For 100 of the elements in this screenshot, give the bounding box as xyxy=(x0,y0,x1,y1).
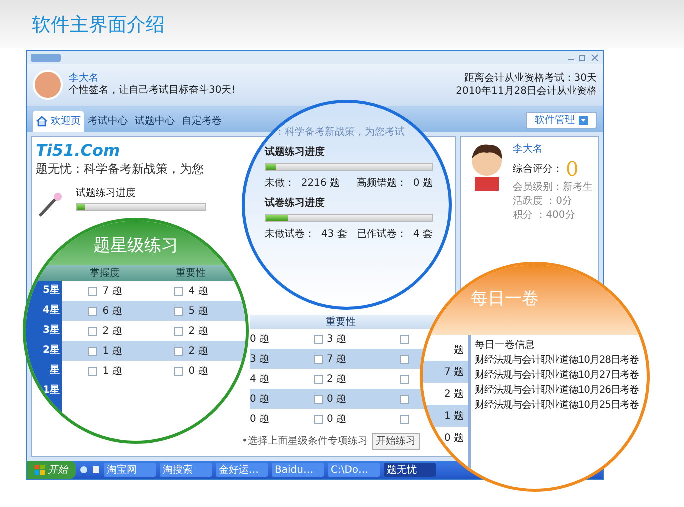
checkbox[interactable] xyxy=(88,306,97,316)
callout-title: 每日一卷 xyxy=(471,291,539,311)
question-count: 0 题 xyxy=(250,392,270,406)
user-signature: 个性签名，让自己考试目标奋斗30天! xyxy=(69,86,236,96)
user-name: 李大名 xyxy=(69,74,100,84)
score-value: 0 xyxy=(566,159,579,179)
slogan: 题无忧：科学备考新战策，为您 xyxy=(36,163,205,175)
start-button[interactable]: 开始 xyxy=(27,461,76,479)
checkbox[interactable] xyxy=(174,286,183,296)
score-label: 综合评分： xyxy=(513,162,563,176)
profile-stat: 积分 ：400分 xyxy=(513,211,576,221)
checkbox[interactable] xyxy=(88,286,97,296)
nav-tab[interactable]: 考试中心 xyxy=(85,111,131,132)
question-count: 4 题 xyxy=(250,372,270,386)
star-level-label: 2星 xyxy=(43,344,60,358)
profile-stat: 会员级别：新考生 xyxy=(513,183,593,193)
checkbox[interactable] xyxy=(400,394,409,404)
question-count: 0 题 xyxy=(327,392,347,406)
software-manage-button[interactable]: 软件管理 xyxy=(526,112,597,129)
progress-stat: 已作试卷： 4 套 xyxy=(357,228,433,242)
question-count: 题 xyxy=(454,344,464,358)
taskbar-item[interactable]: 淘搜索 xyxy=(160,463,212,477)
checkbox[interactable] xyxy=(400,374,409,384)
question-count: 4 题 xyxy=(188,284,208,298)
question-count: 1 题 xyxy=(102,344,122,358)
exam-date: 2010年11月28日会计从业资格 xyxy=(456,86,597,96)
checkbox[interactable] xyxy=(400,354,409,364)
logo-icon xyxy=(31,54,61,62)
nav-tab[interactable]: 自定考卷 xyxy=(179,111,225,132)
star-level-label: 5星 xyxy=(43,284,60,298)
question-count: 2 题 xyxy=(444,388,464,402)
dropdown-icon xyxy=(579,116,588,125)
question-count: 2 题 xyxy=(327,372,347,386)
checkbox[interactable] xyxy=(174,346,183,356)
daily-paper-link[interactable]: 财经法规与会计职业道德10月27日考卷 xyxy=(475,371,640,381)
checkbox[interactable] xyxy=(174,366,183,376)
hint-text: •选择上面星级条件专项练习 xyxy=(242,434,368,449)
star-level-label: 星 xyxy=(50,364,60,378)
checkbox[interactable] xyxy=(400,414,409,424)
column-header: 掌握度 xyxy=(90,266,120,280)
question-count: 7 题 xyxy=(444,366,464,380)
question-count: 0 题 xyxy=(250,412,270,426)
slogan: ：科学备考新战策，为您考试 xyxy=(275,126,406,140)
question-count: 0 题 xyxy=(188,364,208,378)
question-count: 3 题 xyxy=(327,332,347,346)
taskbar-item[interactable]: Baidu… xyxy=(272,463,324,477)
taskbar-item[interactable]: 淘宝网 xyxy=(104,463,156,477)
question-count: 0 题 xyxy=(327,412,347,426)
start-practice-button[interactable]: 开始练习 xyxy=(372,433,420,450)
checkbox[interactable] xyxy=(88,366,97,376)
checkbox[interactable] xyxy=(314,394,323,404)
question-count: 1 题 xyxy=(444,410,464,424)
checkbox[interactable] xyxy=(174,326,183,336)
brand-logo: Ti51.Com xyxy=(36,143,120,159)
taskbar-item[interactable]: 金好运… xyxy=(216,463,268,477)
exam-countdown: 距离会计从业资格考试：30天 xyxy=(464,74,597,84)
profile-stat: 活跃度 ：0分 xyxy=(513,197,574,207)
question-count: 1 题 xyxy=(102,364,122,378)
close-icon[interactable] xyxy=(591,54,599,62)
progress-label: 试题练习进度 xyxy=(76,189,137,199)
column-header: 重要性 xyxy=(326,316,356,330)
daily-paper-heading: 每日一卷信息 xyxy=(475,341,536,351)
question-count: 7 题 xyxy=(102,284,122,298)
question-count: 3 题 xyxy=(250,352,270,366)
question-count: 6 题 xyxy=(102,304,122,318)
callout-title: 题星级练习 xyxy=(94,235,178,258)
star-level-label: 3星 xyxy=(43,324,60,338)
star-level-label: 4星 xyxy=(43,304,60,318)
daily-paper-link[interactable]: 财经法规与会计职业道德10月26日考卷 xyxy=(475,386,640,396)
avatar xyxy=(33,70,63,100)
question-count: 2 题 xyxy=(102,324,122,338)
checkbox[interactable] xyxy=(174,306,183,316)
star-level-label: 1星 xyxy=(43,384,60,398)
daily-paper-link[interactable]: 财经法规与会计职业道德10月25日考卷 xyxy=(475,401,640,411)
taskbar-item[interactable]: C:\Do… xyxy=(328,463,380,477)
checkbox[interactable] xyxy=(88,346,97,356)
question-count: 2 题 xyxy=(188,344,208,358)
column-header: 重要性 xyxy=(176,266,206,280)
progress-stat: 未做试卷： 43 套 xyxy=(265,228,348,242)
checkbox[interactable] xyxy=(314,414,323,424)
checkbox[interactable] xyxy=(314,334,323,344)
daily-paper-link[interactable]: 财经法规与会计职业道德10月28日考卷 xyxy=(475,356,640,366)
profile-name: 李大名 xyxy=(513,145,544,155)
nav-tab[interactable]: 试题中心 xyxy=(132,111,178,132)
question-count: 0 题 xyxy=(444,432,464,446)
restore-icon[interactable] xyxy=(579,54,587,62)
checkbox[interactable] xyxy=(400,334,409,344)
checkbox[interactable] xyxy=(88,326,97,336)
home-icon xyxy=(36,116,48,127)
question-count: 7 题 xyxy=(327,352,347,366)
windows-logo-icon xyxy=(35,465,45,475)
taskbar-item[interactable]: 题无忧 xyxy=(384,463,436,477)
checkbox[interactable] xyxy=(314,374,323,384)
question-count: 2 题 xyxy=(188,324,208,338)
progress-label: 试卷练习进度 xyxy=(265,199,326,209)
progress-stat: 高频错题： 0 题 xyxy=(357,176,433,191)
question-count: 0 题 xyxy=(250,332,270,346)
nav-tab[interactable]: 欢迎页 xyxy=(33,111,84,132)
question-count: 5 题 xyxy=(188,304,208,318)
checkbox[interactable] xyxy=(314,354,323,364)
